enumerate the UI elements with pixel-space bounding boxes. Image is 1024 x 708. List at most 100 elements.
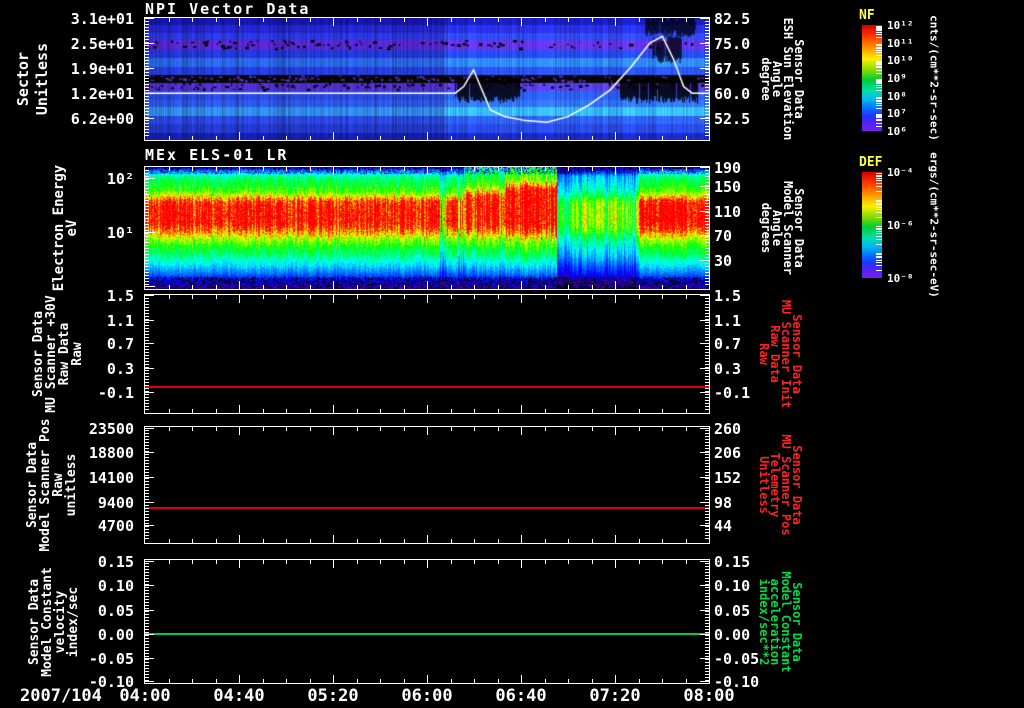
colorbar-minor-tick <box>876 99 882 101</box>
plot-panel-els <box>144 166 710 290</box>
colorbar-minor-tick <box>876 201 882 203</box>
data-line-mu-scanner-30v <box>145 386 709 389</box>
axis-tick <box>568 427 569 431</box>
axis-tick <box>705 523 709 524</box>
y-tick-label: 14100 <box>88 468 134 487</box>
colorbar-title: DEF <box>859 155 883 170</box>
axis-tick <box>333 427 334 435</box>
axis-tick <box>544 167 546 171</box>
axis-tick <box>705 51 709 52</box>
axis-tick <box>145 605 149 606</box>
axis-tick <box>145 373 149 374</box>
axis-tick <box>145 538 149 539</box>
axis-tick <box>145 224 149 225</box>
axis-tick <box>145 87 149 88</box>
axis-tick <box>403 285 405 289</box>
axis-tick <box>685 18 687 22</box>
colorbar-minor-tick <box>876 37 882 39</box>
axis-tick <box>145 520 149 521</box>
axis-tick <box>705 75 709 76</box>
colorbar-minor-tick <box>876 81 882 83</box>
axis-tick <box>145 466 149 467</box>
colorbar-minor-tick <box>876 255 882 257</box>
axis-tick <box>685 539 687 543</box>
colorbar-minor-tick <box>876 182 882 184</box>
axis-tick <box>705 114 709 115</box>
axis-tick <box>145 608 149 609</box>
colorbar-minor-tick <box>876 63 882 65</box>
colorbar-minor-tick <box>876 230 882 232</box>
axis-label-line: degrees <box>759 202 773 254</box>
axis-tick <box>262 285 264 289</box>
axis-tick <box>705 463 709 464</box>
colorbar-minor-tick <box>876 238 882 240</box>
axis-tick <box>705 81 709 82</box>
axis-tick <box>685 295 687 299</box>
axis-tick <box>403 136 405 140</box>
axis-tick <box>145 517 149 518</box>
axis-tick <box>705 245 709 246</box>
axis-tick <box>427 427 428 435</box>
y-tick-label: 4700 <box>97 517 134 536</box>
plot-panel-model-constant-velocity <box>144 559 710 684</box>
colorbar-tick-label: 10¹⁰ <box>887 54 914 68</box>
right-axis-label-model-scanner-pos: Sensor Data MU Scanner Pos Telemetry Unitle… <box>757 434 804 535</box>
axis-tick <box>705 535 709 536</box>
axis-tick <box>145 596 149 597</box>
axis-tick <box>145 242 149 243</box>
axis-tick <box>262 409 264 413</box>
axis-tick <box>705 496 709 497</box>
y-tick-label: 1.1 <box>106 312 134 331</box>
axis-tick <box>145 620 149 621</box>
axis-tick <box>356 285 358 289</box>
axis-tick <box>450 167 452 171</box>
axis-tick <box>705 24 709 25</box>
y-tick-label: 30 <box>714 251 733 270</box>
axis-tick <box>638 409 640 413</box>
plot-panel-npi <box>144 17 710 141</box>
axis-tick <box>145 385 149 386</box>
axis-tick <box>705 230 709 231</box>
axis-tick <box>145 370 149 371</box>
axis-tick <box>145 382 149 383</box>
axis-tick <box>145 218 149 219</box>
axis-tick <box>705 469 709 470</box>
colorbar-minor-tick <box>876 202 882 204</box>
colorbar-minor-tick <box>876 34 882 36</box>
colorbar-minor-tick <box>876 108 882 109</box>
axis-tick <box>705 84 709 85</box>
axis-tick <box>403 409 405 413</box>
axis-tick <box>685 409 687 413</box>
axis-tick <box>705 403 709 404</box>
axis-tick <box>427 295 428 303</box>
y-tick-label: 152 <box>714 468 742 487</box>
axis-tick <box>497 285 499 289</box>
axis-tick <box>521 167 522 175</box>
axis-tick <box>705 21 709 22</box>
axis-tick <box>474 427 475 431</box>
axis-major-tick <box>700 502 709 504</box>
axis-tick <box>145 569 149 570</box>
axis-tick <box>474 679 475 683</box>
axis-tick <box>638 679 640 683</box>
axis-tick <box>427 535 428 543</box>
axis-tick <box>638 560 640 564</box>
axis-tick <box>705 278 709 279</box>
axis-tick <box>705 346 709 347</box>
y-tick-label: 0.3 <box>714 360 742 379</box>
axis-tick <box>145 248 149 249</box>
axis-tick <box>145 132 149 133</box>
axis-major-tick <box>700 452 709 454</box>
axis-tick <box>192 409 193 413</box>
axis-tick <box>145 233 149 234</box>
colorbar-minor-tick <box>876 227 882 229</box>
plot-panel-mu-scanner-30v <box>144 294 710 414</box>
colorbar-minor-tick <box>876 262 882 263</box>
colorbar-minor-tick <box>876 259 882 261</box>
axis-tick <box>145 111 149 112</box>
axis-tick <box>705 99 709 100</box>
axis-tick <box>239 167 240 175</box>
axis-tick <box>145 254 149 255</box>
axis-tick <box>145 337 149 338</box>
axis-tick <box>427 132 428 140</box>
